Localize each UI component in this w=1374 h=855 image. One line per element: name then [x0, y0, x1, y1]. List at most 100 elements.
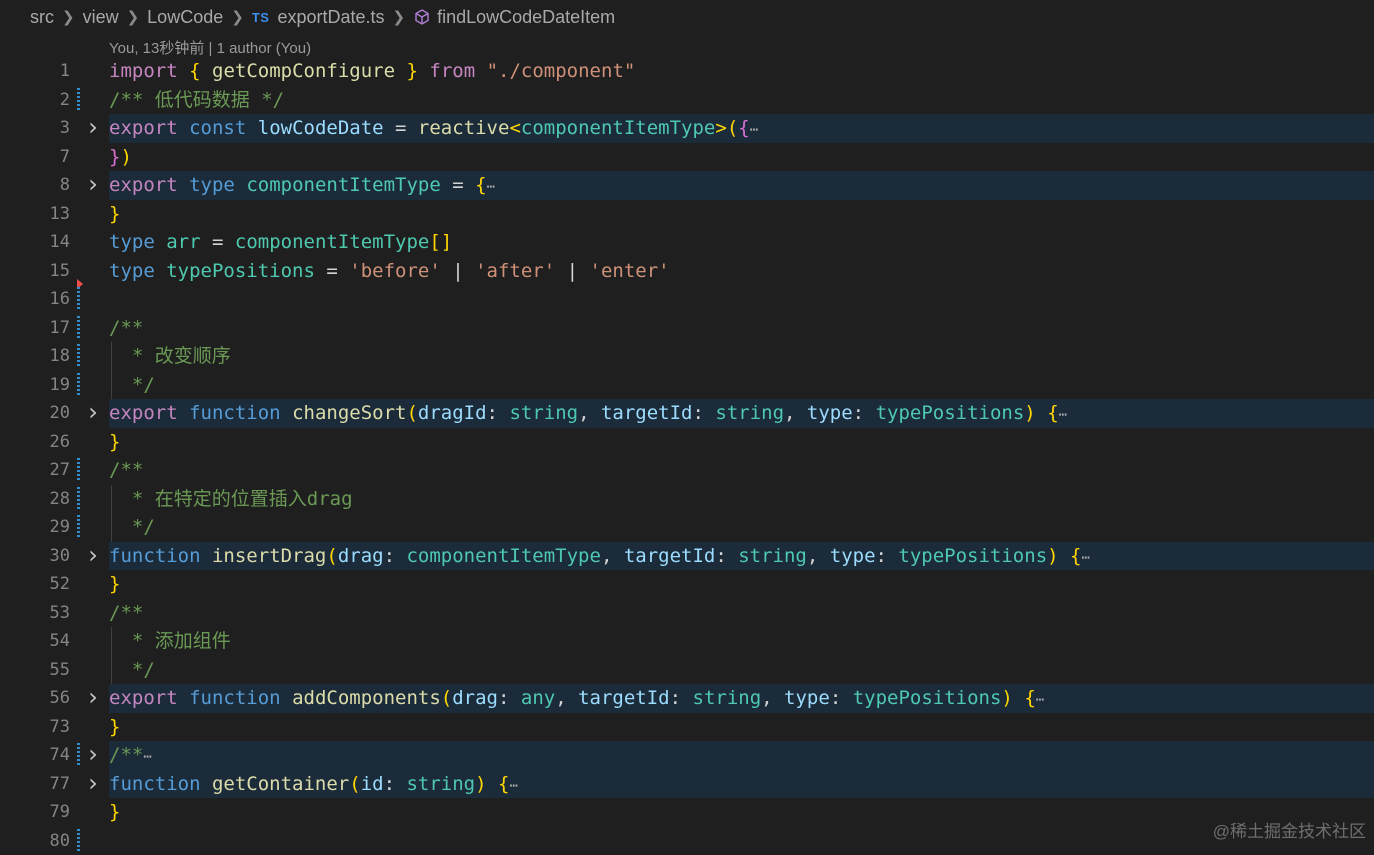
breadcrumb-lowcode[interactable]: LowCode: [147, 7, 223, 28]
code-text[interactable]: /**: [109, 599, 1374, 628]
code-line[interactable]: 26}: [0, 428, 1374, 457]
code-line[interactable]: 74›/**⋯: [0, 741, 1374, 770]
breadcrumb-file[interactable]: exportDate.ts: [277, 7, 384, 28]
git-modified-indicator[interactable]: [77, 316, 80, 340]
code-line[interactable]: 54 * 添加组件: [0, 627, 1374, 656]
code-text[interactable]: /**: [109, 456, 1374, 485]
code-line[interactable]: 2/** 低代码数据 */: [0, 86, 1374, 115]
chevron-right-icon[interactable]: ›: [86, 770, 100, 796]
code-line[interactable]: 79}: [0, 798, 1374, 827]
line-number: 1: [0, 57, 70, 86]
code-line[interactable]: 3›export const lowCodeDate = reactive<co…: [0, 114, 1374, 143]
git-modified-indicator[interactable]: [77, 287, 80, 311]
code-line[interactable]: 27/**: [0, 456, 1374, 485]
code-token: [1059, 545, 1070, 567]
git-modified-indicator[interactable]: [77, 88, 80, 112]
code-text[interactable]: export const lowCodeDate = reactive<comp…: [109, 114, 1374, 143]
code-line[interactable]: 15type typePositions = 'before' | 'after…: [0, 257, 1374, 286]
chevron-right-icon[interactable]: ›: [86, 114, 100, 140]
breadcrumb-src[interactable]: src: [30, 7, 54, 28]
folded-ellipsis[interactable]: ⋯: [1059, 407, 1067, 423]
code-token: (: [326, 545, 337, 567]
code-text[interactable]: */: [109, 513, 1374, 542]
code-text[interactable]: }): [109, 143, 1374, 172]
code-text[interactable]: export function changeSort(dragId: strin…: [109, 399, 1374, 428]
code-text[interactable]: }: [109, 570, 1374, 599]
code-line[interactable]: 77›function getContainer(id: string) {⋯: [0, 770, 1374, 799]
code-text[interactable]: */: [109, 371, 1374, 400]
code-text[interactable]: [109, 285, 1374, 314]
code-text[interactable]: }: [109, 200, 1374, 229]
code-text[interactable]: * 添加组件: [109, 627, 1374, 656]
code-line[interactable]: 7}): [0, 143, 1374, 172]
code-token: [395, 60, 406, 82]
git-modified-indicator[interactable]: [77, 743, 80, 767]
code-line[interactable]: 52}: [0, 570, 1374, 599]
code-text[interactable]: function insertDrag(drag: componentItemT…: [109, 542, 1374, 571]
folded-ellipsis[interactable]: ⋯: [750, 122, 758, 138]
code-line[interactable]: 80: [0, 827, 1374, 855]
code-text[interactable]: }: [109, 428, 1374, 457]
watermark: @稀土掘金技术社区: [1213, 817, 1366, 842]
code-text[interactable]: export type componentItemType = {⋯: [109, 171, 1374, 200]
code-text[interactable]: function getContainer(id: string) {⋯: [109, 770, 1374, 799]
code-text[interactable]: * 在特定的位置插入drag: [109, 485, 1374, 514]
folded-ellipsis[interactable]: ⋯: [487, 179, 495, 195]
code-line[interactable]: 13}: [0, 200, 1374, 229]
code-token: {: [738, 117, 749, 139]
breadcrumb-symbol[interactable]: findLowCodeDateItem: [437, 7, 615, 28]
folded-ellipsis[interactable]: ⋯: [1036, 692, 1044, 708]
code-line[interactable]: 20›export function changeSort(dragId: st…: [0, 399, 1374, 428]
code-token: }: [406, 60, 417, 82]
code-token: :: [692, 402, 715, 424]
code-line[interactable]: 14type arr = componentItemType[]: [0, 228, 1374, 257]
code-text[interactable]: type arr = componentItemType[]: [109, 228, 1374, 257]
codelens-author[interactable]: You, 13秒钟前 | 1 author (You): [109, 37, 311, 58]
code-text[interactable]: }: [109, 798, 1374, 827]
chevron-right-icon[interactable]: ›: [86, 171, 100, 197]
git-modified-indicator[interactable]: [77, 515, 80, 539]
folded-ellipsis[interactable]: ⋯: [143, 749, 151, 765]
code-text[interactable]: */: [109, 656, 1374, 685]
code-line[interactable]: 17/**: [0, 314, 1374, 343]
chevron-right-icon[interactable]: ›: [86, 542, 100, 568]
code-line[interactable]: 30›function insertDrag(drag: componentIt…: [0, 542, 1374, 571]
code-editor[interactable]: 1 import { getCompConfigure } from "./com…: [0, 57, 1374, 855]
code-line[interactable]: 29 */: [0, 513, 1374, 542]
chevron-right-icon[interactable]: ›: [86, 399, 100, 425]
code-text[interactable]: /** 低代码数据 */: [109, 86, 1374, 115]
code-text[interactable]: /**: [109, 314, 1374, 343]
line-number: 54: [0, 627, 70, 656]
code-token: [155, 231, 166, 253]
code-text[interactable]: [109, 827, 1374, 855]
git-modified-indicator[interactable]: [77, 487, 80, 511]
code-line[interactable]: 55 */: [0, 656, 1374, 685]
code-line[interactable]: 1 import { getCompConfigure } from "./com…: [0, 57, 1374, 86]
code-text[interactable]: import { getCompConfigure } from "./comp…: [109, 57, 1374, 86]
code-line[interactable]: 16: [0, 285, 1374, 314]
breadcrumb-view[interactable]: view: [83, 7, 119, 28]
git-modified-indicator[interactable]: [77, 458, 80, 482]
git-modified-indicator[interactable]: [77, 373, 80, 397]
code-token: }: [109, 801, 120, 823]
git-modified-indicator[interactable]: [77, 829, 80, 853]
code-line[interactable]: 73}: [0, 713, 1374, 742]
chevron-right-icon[interactable]: ›: [86, 684, 100, 710]
code-line[interactable]: 56›export function addComponents(drag: a…: [0, 684, 1374, 713]
line-number: 8: [0, 171, 70, 200]
code-text[interactable]: type typePositions = 'before' | 'after' …: [109, 257, 1374, 286]
code-token: (: [349, 773, 360, 795]
code-line[interactable]: 18 * 改变顺序: [0, 342, 1374, 371]
folded-ellipsis[interactable]: ⋯: [509, 778, 517, 794]
git-modified-indicator[interactable]: [77, 344, 80, 368]
code-text[interactable]: /**⋯: [109, 741, 1374, 770]
chevron-right-icon[interactable]: ›: [86, 741, 100, 767]
code-text[interactable]: }: [109, 713, 1374, 742]
code-line[interactable]: 8 › export type componentItemType = {⋯: [0, 171, 1374, 200]
code-text[interactable]: * 改变顺序: [109, 342, 1374, 371]
folded-ellipsis[interactable]: ⋯: [1082, 550, 1090, 566]
code-line[interactable]: 53/**: [0, 599, 1374, 628]
code-text[interactable]: export function addComponents(drag: any,…: [109, 684, 1374, 713]
code-line[interactable]: 19 */: [0, 371, 1374, 400]
code-line[interactable]: 28 * 在特定的位置插入drag: [0, 485, 1374, 514]
